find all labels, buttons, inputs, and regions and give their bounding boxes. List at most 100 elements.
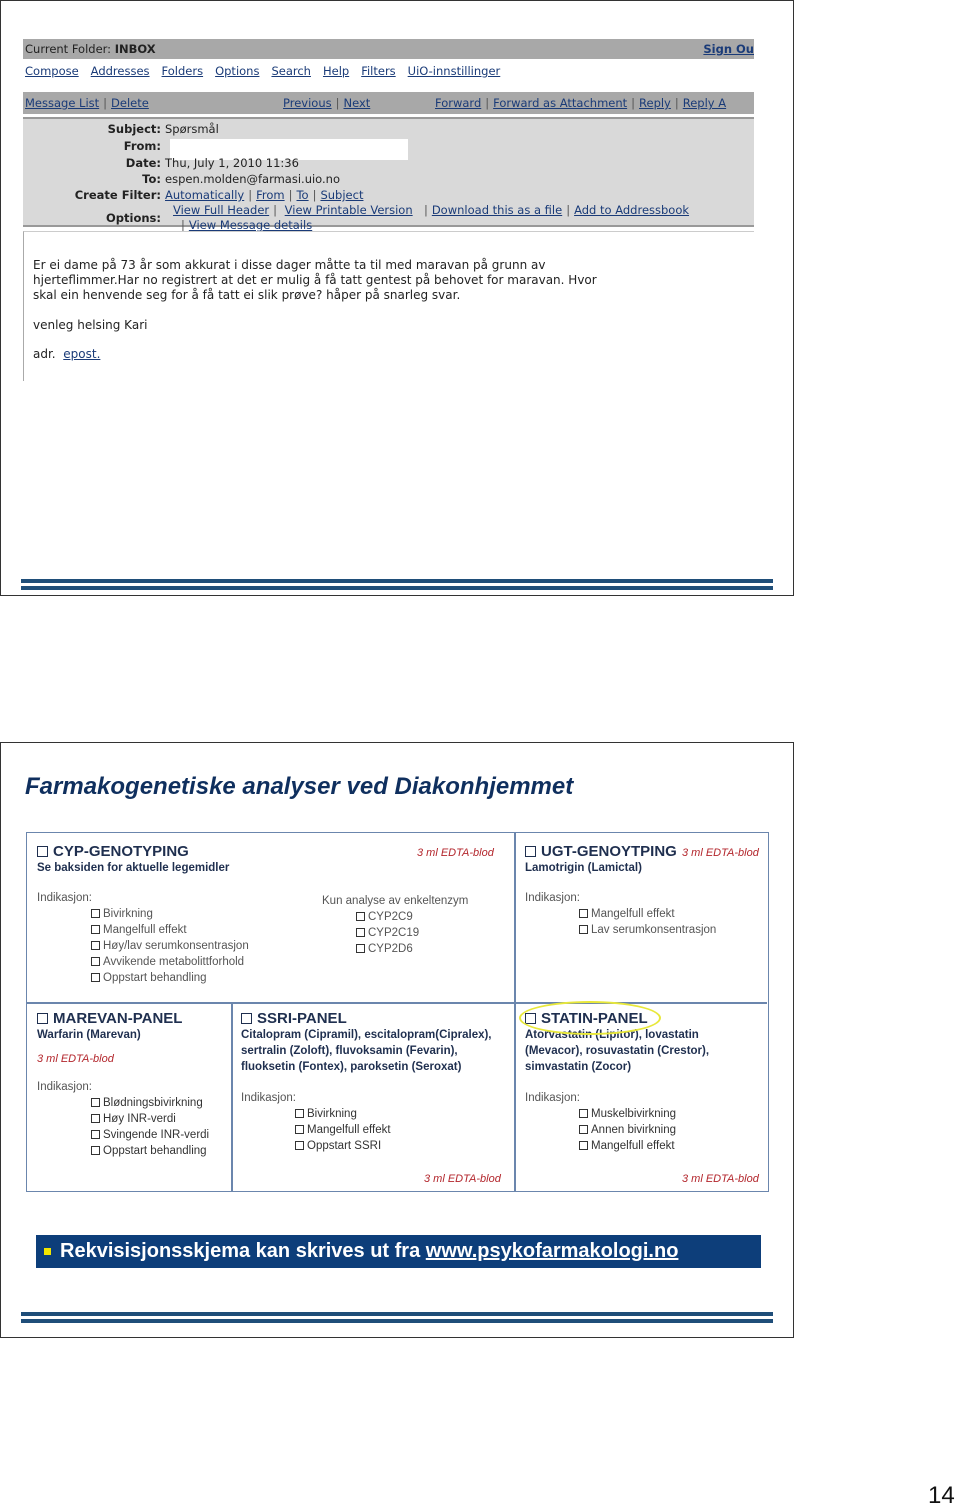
to-value: espen.molden@farmasi.uio.no [165, 172, 340, 186]
menu-filters[interactable]: Filters [361, 64, 395, 78]
divider [514, 833, 516, 1191]
bullet-icon [44, 1248, 51, 1255]
subject-value: Spørsmål [165, 122, 219, 136]
ugt-indication-label: Indikasjon: [525, 892, 580, 904]
ugt-subtitle: Lamotrigin (Lamictal) [525, 862, 642, 874]
indication-option: Mangelfull effekt [103, 924, 187, 936]
adr-label: adr. [33, 347, 56, 361]
checkbox[interactable] [91, 1146, 100, 1155]
checkbox-marevan[interactable] [37, 1013, 48, 1024]
divider [231, 1002, 233, 1191]
forward-attachment-link[interactable]: Forward as Attachment [493, 96, 627, 110]
menu-help[interactable]: Help [323, 64, 349, 78]
indication-option: Annen bivirkning [591, 1124, 677, 1136]
reply-link[interactable]: Reply [639, 96, 671, 110]
slide-email-screenshot: Current Folder: INBOX Sign Ou Compose Ad… [0, 0, 794, 596]
from-label: From: [123, 139, 161, 153]
checkbox[interactable] [579, 1109, 588, 1118]
email-link[interactable]: epost. [63, 347, 100, 361]
message-nav-bar: Message List | Delete Previous | Next Forwar… [23, 92, 754, 114]
download-file-link[interactable]: Download this as a file [432, 203, 562, 217]
marevan-subtitle: Warfarin (Marevan) [37, 1029, 141, 1041]
forward-link[interactable]: Forward [435, 96, 481, 110]
filter-subject[interactable]: Subject [320, 188, 363, 202]
ssri-drug-line: sertralin (Zoloft), fluvoksamin (Fevarin… [241, 1045, 458, 1057]
marevan-panel: MAREVAN-PANEL Warfarin (Marevan) 3 ml ED… [37, 1010, 227, 1188]
checkbox[interactable] [579, 925, 588, 934]
indication-option: Blødningsbivirkning [103, 1097, 203, 1109]
checkbox[interactable] [295, 1141, 304, 1150]
filter-automatically[interactable]: Automatically [165, 188, 244, 202]
checkbox[interactable] [91, 941, 100, 950]
psykofarmakologi-link[interactable]: www.psykofarmakologi.no [426, 1240, 679, 1263]
checkbox[interactable] [295, 1125, 304, 1134]
checkbox[interactable] [356, 944, 365, 953]
checkbox[interactable] [356, 912, 365, 921]
menu-folders[interactable]: Folders [162, 64, 204, 78]
enzyme-label: Kun analyse av enkeltenzym [322, 895, 469, 907]
indication-option: Mangelfull effekt [591, 908, 675, 920]
indication-option: Mangelfull effekt [591, 1140, 675, 1152]
indication-option: Mangelfull effekt [307, 1124, 391, 1136]
message-list-link[interactable]: Message List [25, 96, 99, 110]
body-line: hjerteflimmer.Har no registrert at det e… [33, 273, 597, 287]
next-link[interactable]: Next [343, 96, 370, 110]
checkbox[interactable] [91, 1098, 100, 1107]
view-printable-link[interactable]: View Printable Version [285, 203, 413, 217]
indication-option: Bivirkning [307, 1108, 357, 1120]
statin-drug-line: simvastatin (Zocor) [525, 1061, 632, 1073]
ssri-drug-line: Citalopram (Cipramil), escitalopram(Cipr… [241, 1029, 492, 1041]
checkbox[interactable] [91, 909, 100, 918]
marevan-title: MAREVAN-PANEL [53, 1010, 183, 1027]
to-label: To: [142, 172, 161, 186]
sign-out-link[interactable]: Sign Ou [703, 42, 754, 56]
current-folder: INBOX [114, 42, 156, 56]
indication-option: Bivirkning [103, 908, 153, 920]
footer-rule [21, 586, 773, 590]
page-number: 14 [928, 1482, 955, 1509]
cyp-panel: CYP-GENOTYPING Se baksiden for aktuelle … [37, 843, 507, 1001]
view-message-details-link[interactable]: View Message details [189, 218, 312, 232]
checkbox[interactable] [91, 957, 100, 966]
menu-uio-settings[interactable]: UiO-innstillinger [408, 64, 501, 78]
checkbox-cyp[interactable] [37, 846, 48, 857]
menu-search[interactable]: Search [271, 64, 311, 78]
statin-highlight-oval [519, 1001, 661, 1035]
divider [27, 1002, 767, 1004]
checkbox-ugt[interactable] [525, 846, 536, 857]
menu-compose[interactable]: Compose [25, 64, 79, 78]
create-filter-label: Create Filter: [74, 188, 161, 202]
checkbox[interactable] [91, 925, 100, 934]
filter-to[interactable]: To [296, 188, 308, 202]
checkbox[interactable] [91, 973, 100, 982]
date-label: Date: [125, 156, 161, 170]
checkbox[interactable] [91, 1130, 100, 1139]
menu-addresses[interactable]: Addresses [91, 64, 150, 78]
message-body: Er ei dame på 73 år som akkurat i disse … [23, 231, 754, 381]
indication-option: Oppstart behandling [103, 972, 207, 984]
checkbox[interactable] [91, 1114, 100, 1123]
previous-link[interactable]: Previous [283, 96, 332, 110]
ssri-title: SSRI-PANEL [257, 1010, 347, 1027]
checkbox[interactable] [356, 928, 365, 937]
checkbox[interactable] [579, 909, 588, 918]
cyp-sample: 3 ml EDTA-blod [417, 847, 494, 859]
delete-link[interactable]: Delete [111, 96, 149, 110]
reply-all-link[interactable]: Reply A [683, 96, 726, 110]
slide-pharmacogenetic-analyses: Farmakogenetiske analyser ved Diakonhjem… [0, 742, 794, 1338]
marevan-indication-label: Indikasjon: [37, 1081, 92, 1093]
view-full-header-link[interactable]: View Full Header [173, 203, 269, 217]
ssri-panel: SSRI-PANEL Citalopram (Cipramil), escita… [241, 1010, 511, 1188]
cyp-subtitle: Se baksiden for aktuelle legemidler [37, 862, 230, 874]
checkbox[interactable] [295, 1109, 304, 1118]
filter-from[interactable]: From [256, 188, 285, 202]
checkbox[interactable] [579, 1141, 588, 1150]
checkbox[interactable] [579, 1125, 588, 1134]
ugt-title: UGT-GENOYTPING [541, 843, 677, 860]
checkbox-ssri[interactable] [241, 1013, 252, 1024]
marevan-sample: 3 ml EDTA-blod [37, 1053, 114, 1065]
footer-rule [21, 1319, 773, 1323]
add-addressbook-link[interactable]: Add to Addressbook [574, 203, 689, 217]
enzyme-option: CYP2C19 [368, 927, 420, 939]
menu-options[interactable]: Options [215, 64, 259, 78]
